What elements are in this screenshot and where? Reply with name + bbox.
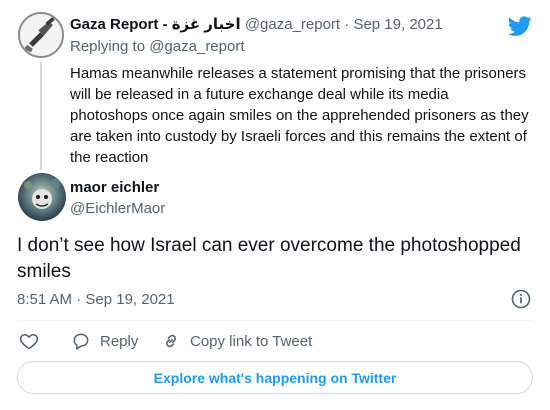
main-avatar[interactable] xyxy=(18,173,66,221)
main-tweet-text: I don’t see how Israel can ever overcome… xyxy=(17,235,521,282)
twitter-bird-icon[interactable] xyxy=(508,14,532,38)
parent-date[interactable]: Sep 19, 2021 xyxy=(353,16,442,33)
heart-icon xyxy=(19,333,39,350)
thread-connector-line xyxy=(40,62,42,170)
info-icon[interactable] xyxy=(511,289,531,309)
parent-display-name[interactable]: Gaza Report - اخبار غزة xyxy=(70,16,241,33)
parent-tweet-header: Gaza Report - اخبار غزة @gaza_report · S… xyxy=(70,15,443,33)
tweet-timestamp[interactable]: 8:51 AM · Sep 19, 2021 xyxy=(17,291,175,308)
profile-photo-icon xyxy=(18,173,66,221)
replying-handle[interactable]: @gaza_report xyxy=(149,38,244,55)
copy-link-button[interactable]: Copy link to Tweet xyxy=(161,330,312,352)
meta-separator: · xyxy=(340,16,354,33)
main-handle[interactable]: @EichlerMaor xyxy=(70,200,165,217)
embedded-tweet-card: Gaza Report - اخبار غزة @gaza_report · S… xyxy=(0,0,550,410)
like-button[interactable] xyxy=(19,330,39,352)
main-display-name[interactable]: maor eichler xyxy=(70,179,159,196)
actions-divider xyxy=(17,320,533,321)
hand-holding-gun-icon xyxy=(20,14,62,56)
reply-label: Reply xyxy=(100,332,139,350)
parent-handle[interactable]: @gaza_report xyxy=(245,16,340,33)
parent-tweet-text: Hamas meanwhile releases a statement pro… xyxy=(70,65,529,166)
replying-prefix: Replying to xyxy=(70,38,146,55)
copy-link-label: Copy link to Tweet xyxy=(190,332,313,350)
parent-avatar[interactable] xyxy=(18,12,64,58)
replying-to-line: Replying to @gaza_report xyxy=(70,38,245,55)
link-icon xyxy=(166,334,176,348)
reply-button[interactable]: Reply xyxy=(71,330,138,352)
explore-twitter-button[interactable]: Explore what's happening on Twitter xyxy=(17,361,533,394)
reply-bubble-icon xyxy=(73,333,89,350)
